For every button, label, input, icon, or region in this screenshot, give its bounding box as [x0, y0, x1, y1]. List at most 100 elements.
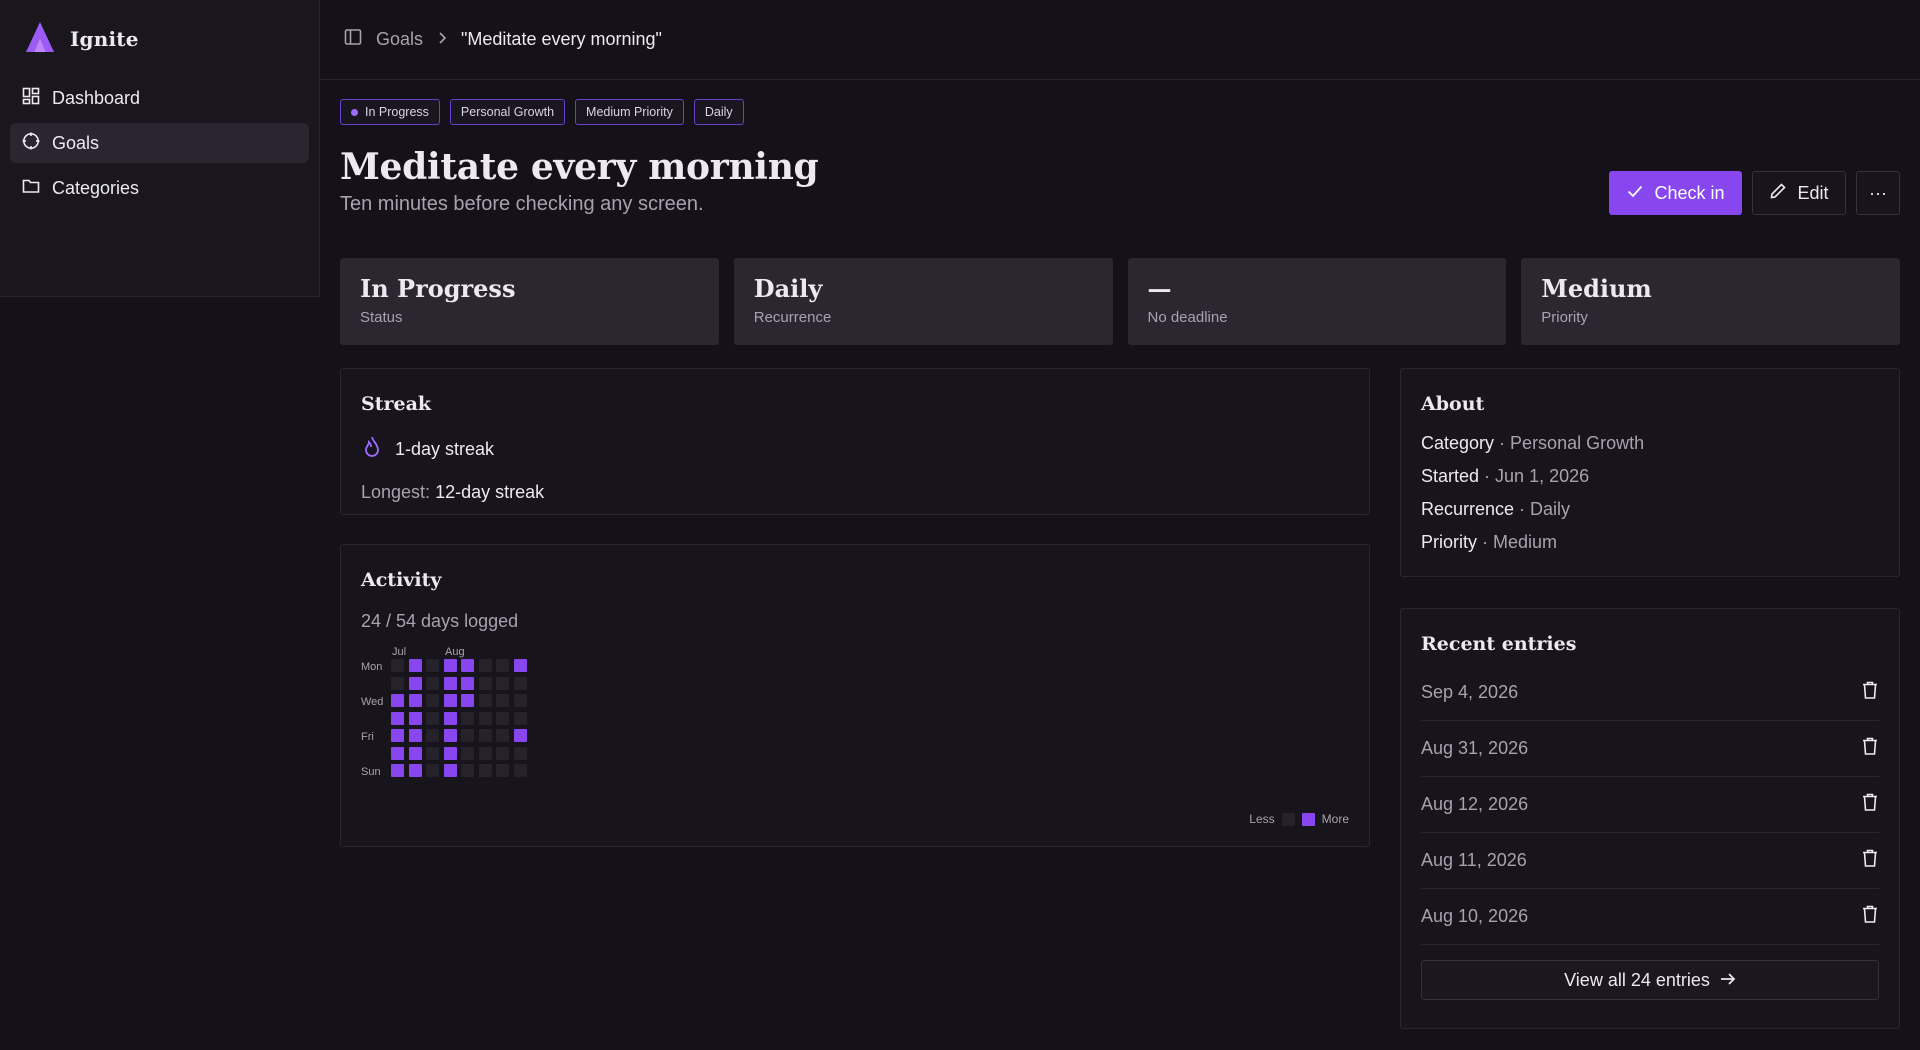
heatmap-cell: [408, 694, 422, 707]
heatmap-cell: [391, 659, 404, 672]
dashboard-icon: [22, 87, 40, 110]
day-label: Wed: [361, 696, 384, 708]
heatmap-cell: [496, 764, 509, 777]
flame-icon: [361, 435, 383, 464]
heatmap-cell: [513, 694, 527, 707]
view-all-entries-button[interactable]: View all 24 entries: [1421, 960, 1879, 1000]
trash-icon[interactable]: [1861, 904, 1879, 929]
about-recurrence: Recurrence · Daily: [1421, 499, 1571, 519]
list-item: Aug 11, 2026: [1421, 833, 1879, 889]
heatmap-cell: [391, 746, 404, 760]
sidebar-item-goals[interactable]: Goals: [10, 123, 309, 163]
about-heading: About: [1421, 393, 1485, 415]
heatmap-cell: [408, 729, 422, 742]
heatmap-cell: [496, 746, 509, 760]
heatmap-cell: [391, 711, 404, 725]
heatmap-cell: [461, 659, 474, 672]
goal-actions: Check in Edit ···: [1609, 171, 1900, 215]
heatmap-cell: [478, 711, 492, 725]
heatmap-cell: [478, 676, 492, 690]
heatmap-cell: [426, 764, 439, 777]
heatmap-cell: [426, 746, 439, 760]
app-name: Ignite: [70, 27, 139, 51]
heatmap-cell: [443, 659, 457, 672]
heatmap-cell: [426, 676, 439, 690]
heatmap-cell: [513, 676, 527, 690]
day-label: Sun: [361, 766, 381, 778]
days-logged: 24 / 54 days logged: [361, 611, 519, 631]
sidebar-item-label: Categories: [52, 177, 140, 198]
sidebar-item-dashboard[interactable]: Dashboard: [10, 78, 309, 118]
pencil-icon: [1769, 182, 1787, 205]
heatmap-cell: [478, 659, 492, 672]
heatmap-cell: [496, 694, 509, 707]
trash-icon[interactable]: [1861, 792, 1879, 817]
heatmap-cell: [496, 676, 509, 690]
goal-detail: In Progress Personal Growth Medium Prior…: [340, 99, 1900, 1029]
edit-button[interactable]: Edit: [1752, 171, 1846, 215]
topbar: Goals "Meditate every morning": [320, 0, 1920, 80]
check-in-button[interactable]: Check in: [1609, 171, 1742, 215]
sidebar-item-label: Goals: [52, 132, 100, 153]
heatmap-cell: [391, 764, 404, 777]
heatmap-cell: [443, 711, 457, 725]
trash-icon[interactable]: [1861, 736, 1879, 761]
heatmap-cell: [391, 676, 404, 690]
heatmap-cell: [443, 764, 457, 777]
heatmap-cell: [478, 764, 492, 777]
heatmap-cell: [426, 711, 439, 725]
stat-priority: Medium Priority: [1521, 258, 1900, 345]
target-icon: [22, 132, 40, 155]
activity-heading: Activity: [361, 569, 442, 591]
check-icon: [1626, 182, 1644, 205]
sidebar-toggle-icon[interactable]: [344, 28, 362, 51]
recent-entries-card: Recent entries Sep 4, 2026 Aug 31, 2026 …: [1400, 608, 1900, 1029]
sidebar: Ignite Dashboard Goals Categories: [0, 0, 320, 297]
breadcrumb-current: "Meditate every morning": [461, 29, 662, 49]
sidebar-item-categories[interactable]: Categories: [10, 168, 309, 208]
heatmap-legend: Less More: [1249, 812, 1349, 826]
folder-icon: [22, 177, 40, 200]
sidebar-item-label: Dashboard: [52, 87, 141, 108]
current-streak: 1-day streak: [395, 439, 495, 459]
heatmap-cell: [391, 729, 404, 742]
stat-status: In Progress Status: [340, 258, 719, 345]
heatmap-cell: [408, 659, 422, 672]
chevron-right-icon: [437, 29, 447, 50]
list-item: Sep 4, 2026: [1421, 665, 1879, 721]
stat-deadline: — No deadline: [1127, 258, 1507, 345]
breadcrumb-goals-link[interactable]: Goals: [376, 29, 423, 50]
longest-streak: Longest: 12-day streak: [361, 482, 545, 502]
list-item: Aug 31, 2026: [1421, 721, 1879, 777]
arrow-right-icon: [1720, 970, 1736, 991]
goal-tags: In Progress Personal Growth Medium Prior…: [340, 99, 1900, 125]
heatmap-cell: [478, 694, 492, 707]
status-dot-icon: [351, 108, 358, 116]
about-priority: Priority · Medium: [1421, 532, 1558, 552]
heatmap-cell: [426, 694, 439, 707]
heatmap-cell: [443, 729, 457, 742]
heatmap-cell: [461, 676, 474, 690]
heatmap-cell: [426, 659, 439, 672]
trash-icon[interactable]: [1861, 680, 1879, 705]
legend-less-swatch: [1281, 812, 1295, 826]
category-badge: Personal Growth: [449, 99, 566, 125]
trash-icon[interactable]: [1861, 848, 1879, 873]
heatmap-cell: [408, 676, 422, 690]
heatmap-cell: [513, 659, 527, 672]
heatmap-cell: [443, 676, 457, 690]
list-item: Aug 12, 2026: [1421, 777, 1879, 833]
activity-heatmap: Jul Aug Mon Wed Fri Sun: [361, 646, 1349, 786]
brand[interactable]: Ignite: [0, 0, 319, 78]
about-card: About Category · Personal Growth Started…: [1400, 368, 1900, 577]
heatmap-grid: [391, 659, 527, 777]
about-category: Category · Personal Growth: [1421, 433, 1645, 453]
list-item: Aug 10, 2026: [1421, 889, 1879, 945]
day-label: Mon: [361, 661, 383, 673]
entries-heading: Recent entries: [1421, 633, 1577, 655]
heatmap-cell: [461, 694, 474, 707]
heatmap-cell: [461, 711, 474, 725]
heatmap-cell: [443, 694, 457, 707]
more-options-button[interactable]: ···: [1856, 171, 1900, 215]
heatmap-cell: [513, 764, 527, 777]
